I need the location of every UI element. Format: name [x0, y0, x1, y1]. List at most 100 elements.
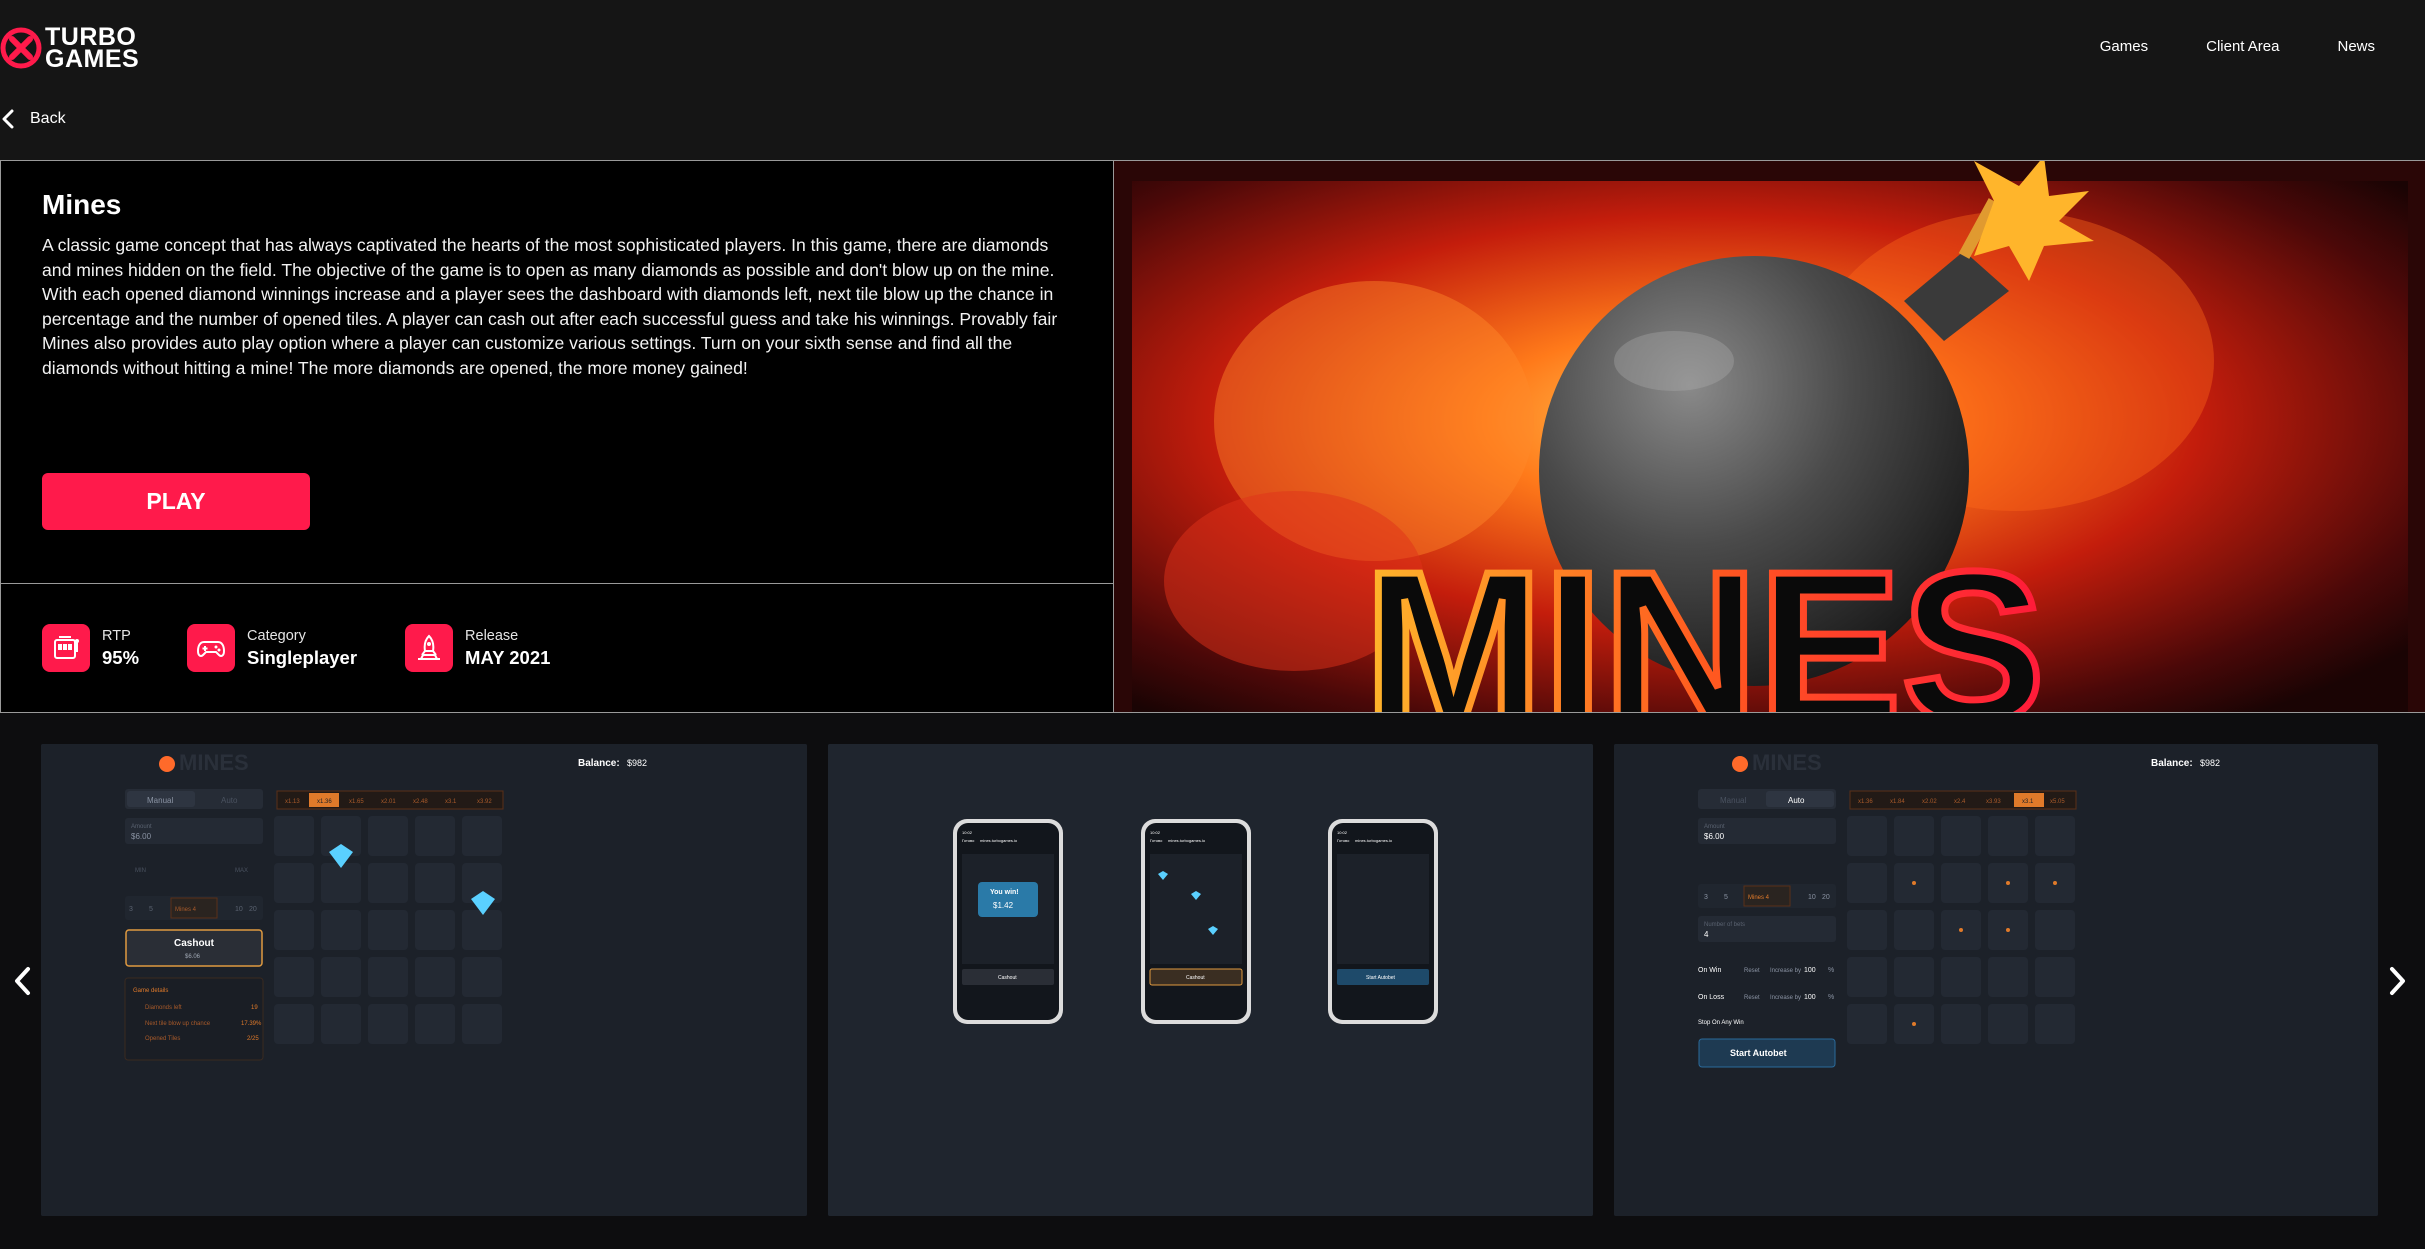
shot3-mult-6: x5.05 — [2050, 799, 2065, 805]
phone1-button: Cashout — [998, 975, 1017, 981]
shot3-mult-5: x3.93 — [1986, 799, 2001, 805]
game-info-top: Mines A classic game concept that has al… — [1, 161, 1113, 584]
shot1-mult-0: x1.13 — [285, 799, 300, 805]
shot3-win-increase: Increase by — [1770, 968, 1801, 974]
x-circle-icon — [0, 27, 42, 69]
shot1-mult-4: x2.48 — [413, 799, 428, 805]
stat-category-label: Category — [247, 627, 306, 644]
shot1-mult-1: x1.36 — [317, 799, 332, 805]
shot3-bets-label: Number of bets — [1704, 922, 1745, 928]
game-panel: Mines A classic game concept that has al… — [0, 160, 2425, 713]
logo-line2: GAMES — [45, 45, 140, 73]
shot1-tile-grid — [274, 816, 502, 1044]
turbo-games-logo[interactable]: TURBO GAMES — [0, 24, 139, 72]
gamepad-icon — [187, 624, 236, 672]
nav-news[interactable]: News — [2337, 38, 2375, 55]
shot1-multipliers: x1.13 x1.36 x1.65 x2.01 x2.48 x3.1 x3.92 — [276, 790, 504, 810]
play-button[interactable]: PLAY — [42, 473, 310, 530]
phone1-win-amount: $1.42 — [993, 901, 1014, 910]
nav-games[interactable]: Games — [2100, 38, 2148, 55]
shot3-win-value: 100 — [1804, 967, 1816, 974]
shot3-mult-1: x1.84 — [1890, 799, 1905, 805]
phone3-button: Start Autobet — [1366, 975, 1396, 981]
screenshot-carousel: MINES Balance: $982 Manual Auto x1.13 x1… — [0, 713, 2425, 1249]
back-label: Back — [30, 110, 66, 127]
shot3-tab-auto: Auto — [1788, 796, 1805, 805]
screenshot-auto[interactable]: MINES Balance: $982 Manual Auto x1.36 x1… — [1614, 744, 2378, 1216]
shot3-loss-reset: Reset — [1744, 995, 1760, 1001]
stat-rtp: RTP 95% — [42, 624, 139, 672]
phone2-time: 10:02 — [1150, 830, 1161, 835]
nav-client-area[interactable]: Client Area — [2206, 38, 2279, 55]
game-description: A classic game concept that has always c… — [42, 235, 1058, 378]
shot1-detail-0-label: Diamonds left — [145, 1005, 182, 1011]
shot1-min: MIN — [135, 868, 146, 874]
shot1-mines-5: 5 — [149, 906, 153, 913]
game-info: Mines A classic game concept that has al… — [0, 161, 1114, 712]
stat-release-value: MAY 2021 — [465, 646, 551, 668]
shot1-amount-label: Amount — [131, 824, 152, 830]
phone2-url: mines.turbogames.io — [1168, 838, 1206, 843]
shot3-loss-value: 100 — [1804, 994, 1816, 1001]
shot3-mines-20: 20 — [1822, 894, 1830, 901]
game-title: Mines — [42, 189, 122, 220]
shot1-mines-select: Mines 4 — [175, 907, 197, 913]
shot3-mult-2: x2.02 — [1922, 799, 1937, 805]
slot-machine-icon — [42, 624, 90, 672]
shot1-logo: MINES — [179, 750, 249, 775]
phone-3: 10:02 Готово mines.turbogames.io Start A… — [1328, 819, 1438, 1024]
stat-category-value: Singleplayer — [247, 646, 358, 668]
shot1-mult-3: x2.01 — [381, 799, 396, 805]
shot3-mines-5: 5 — [1724, 894, 1728, 901]
back-link[interactable]: Back — [0, 108, 66, 130]
shot1-cashout-value: $6.06 — [185, 954, 201, 960]
phone-1: 10:02 Готово mines.turbogames.io You win… — [953, 819, 1063, 1024]
shot3-mult-3: x2.4 — [1954, 799, 1966, 805]
phone3-url: mines.turbogames.io — [1355, 838, 1393, 843]
screenshot-mobile[interactable]: 10:02 Готово mines.turbogames.io You win… — [828, 744, 1593, 1216]
screenshot-manual[interactable]: MINES Balance: $982 Manual Auto x1.13 x1… — [41, 744, 807, 1216]
logo-text: TURBO GAMES — [45, 25, 140, 73]
shot3-mult-0: x1.36 — [1858, 799, 1873, 805]
shot3-bets-value: 4 — [1704, 930, 1709, 939]
stat-rtp-value: 95% — [102, 646, 140, 668]
shot1-max: MAX — [235, 868, 248, 874]
shot1-mines-10: 10 — [235, 906, 243, 913]
shot1-amount-value: $6.00 — [131, 832, 152, 841]
shot3-on-win: On Win — [1698, 967, 1721, 974]
stat-category: Category Singleplayer — [187, 624, 357, 672]
shot1-detail-0-value: 19 — [251, 1005, 258, 1011]
stat-release: Release MAY 2021 — [405, 624, 550, 672]
shot3-win-reset: Reset — [1744, 968, 1760, 974]
shot1-mines-3: 3 — [129, 906, 133, 913]
shot1-balance-label: Balance: — [578, 758, 620, 769]
stat-release-label: Release — [465, 627, 519, 644]
phone3-tab: Готово — [1337, 838, 1350, 843]
shot1-mult-2: x1.65 — [349, 799, 364, 805]
shot1-mult-5: x3.1 — [445, 799, 457, 805]
phone2-tab: Готово — [1150, 838, 1163, 843]
shot1-balance-value: $982 — [627, 758, 647, 768]
phone1-win-title: You win! — [990, 889, 1019, 896]
shot3-win-percent: % — [1828, 967, 1834, 974]
header: TURBO GAMES Games Client Area News — [0, 0, 2425, 100]
phone-2: 10:02 Готово mines.turbogames.io Cashout — [1141, 819, 1251, 1024]
stat-rtp-label: RTP — [102, 627, 131, 644]
phone1-time: 10:02 — [962, 830, 973, 835]
shot3-start-autobet: Start Autobet — [1730, 1048, 1787, 1058]
shot3-balance-label: Balance: — [2151, 758, 2193, 769]
carousel-next-arrow[interactable] — [2384, 963, 2410, 999]
game-hero-image: MINES — [1114, 161, 2425, 712]
chevron-left-icon — [2, 109, 14, 129]
shot3-tab-manual: Manual — [1720, 796, 1746, 805]
game-stats: RTP 95% Category Singleplayer Release MA… — [42, 624, 598, 672]
shot1-mult-6: x3.92 — [477, 799, 492, 805]
phone1-url: mines.turbogames.io — [980, 838, 1018, 843]
shot3-amount-label: Amount — [1704, 824, 1725, 830]
hero-title-text: MINES — [1364, 526, 2045, 712]
shot1-detail-1-value: 17.39% — [241, 1021, 262, 1027]
rocket-launch-icon — [405, 624, 454, 672]
shot1-cashout-label: Cashout — [174, 938, 215, 949]
carousel-prev-arrow[interactable] — [10, 963, 36, 999]
shot3-mines-10: 10 — [1808, 894, 1816, 901]
